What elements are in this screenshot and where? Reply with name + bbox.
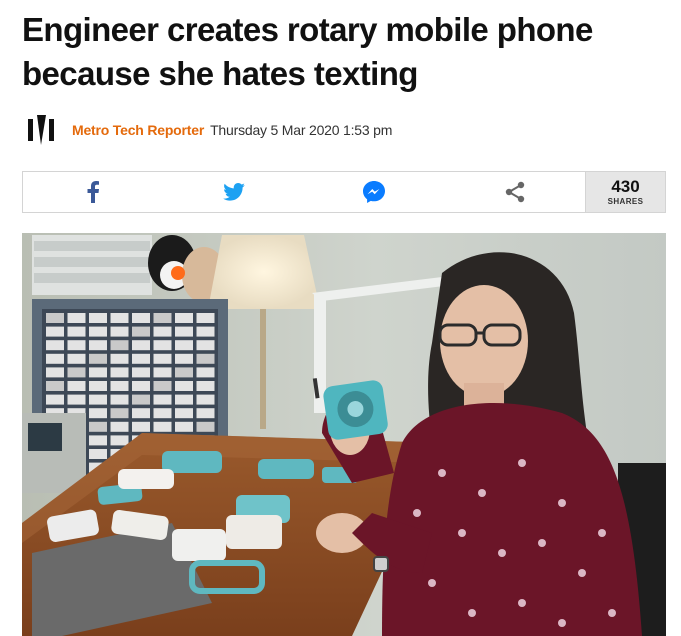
- facebook-icon: [87, 181, 100, 203]
- author-link[interactable]: Metro Tech Reporter: [72, 122, 204, 138]
- share-bar: 430 SHARES: [22, 171, 666, 213]
- share-count: 430: [611, 177, 640, 196]
- metro-logo-icon[interactable]: [22, 111, 60, 149]
- byline: Metro Tech Reporter Thursday 5 Mar 2020 …: [22, 110, 662, 150]
- share-icon: [505, 181, 524, 203]
- twitter-icon: [222, 183, 245, 201]
- messenger-icon: [363, 181, 386, 203]
- twitter-share-button[interactable]: [164, 172, 305, 212]
- article-hero-image: [22, 233, 666, 636]
- share-count-box: 430 SHARES: [585, 172, 665, 212]
- publish-date: Thursday 5 Mar 2020 1:53 pm: [210, 122, 393, 138]
- share-count-label: SHARES: [607, 197, 644, 206]
- article-headline: Engineer creates rotary mobile phone bec…: [22, 11, 593, 92]
- share-button[interactable]: [445, 172, 586, 212]
- facebook-share-button[interactable]: [23, 172, 164, 212]
- messenger-share-button[interactable]: [304, 172, 445, 212]
